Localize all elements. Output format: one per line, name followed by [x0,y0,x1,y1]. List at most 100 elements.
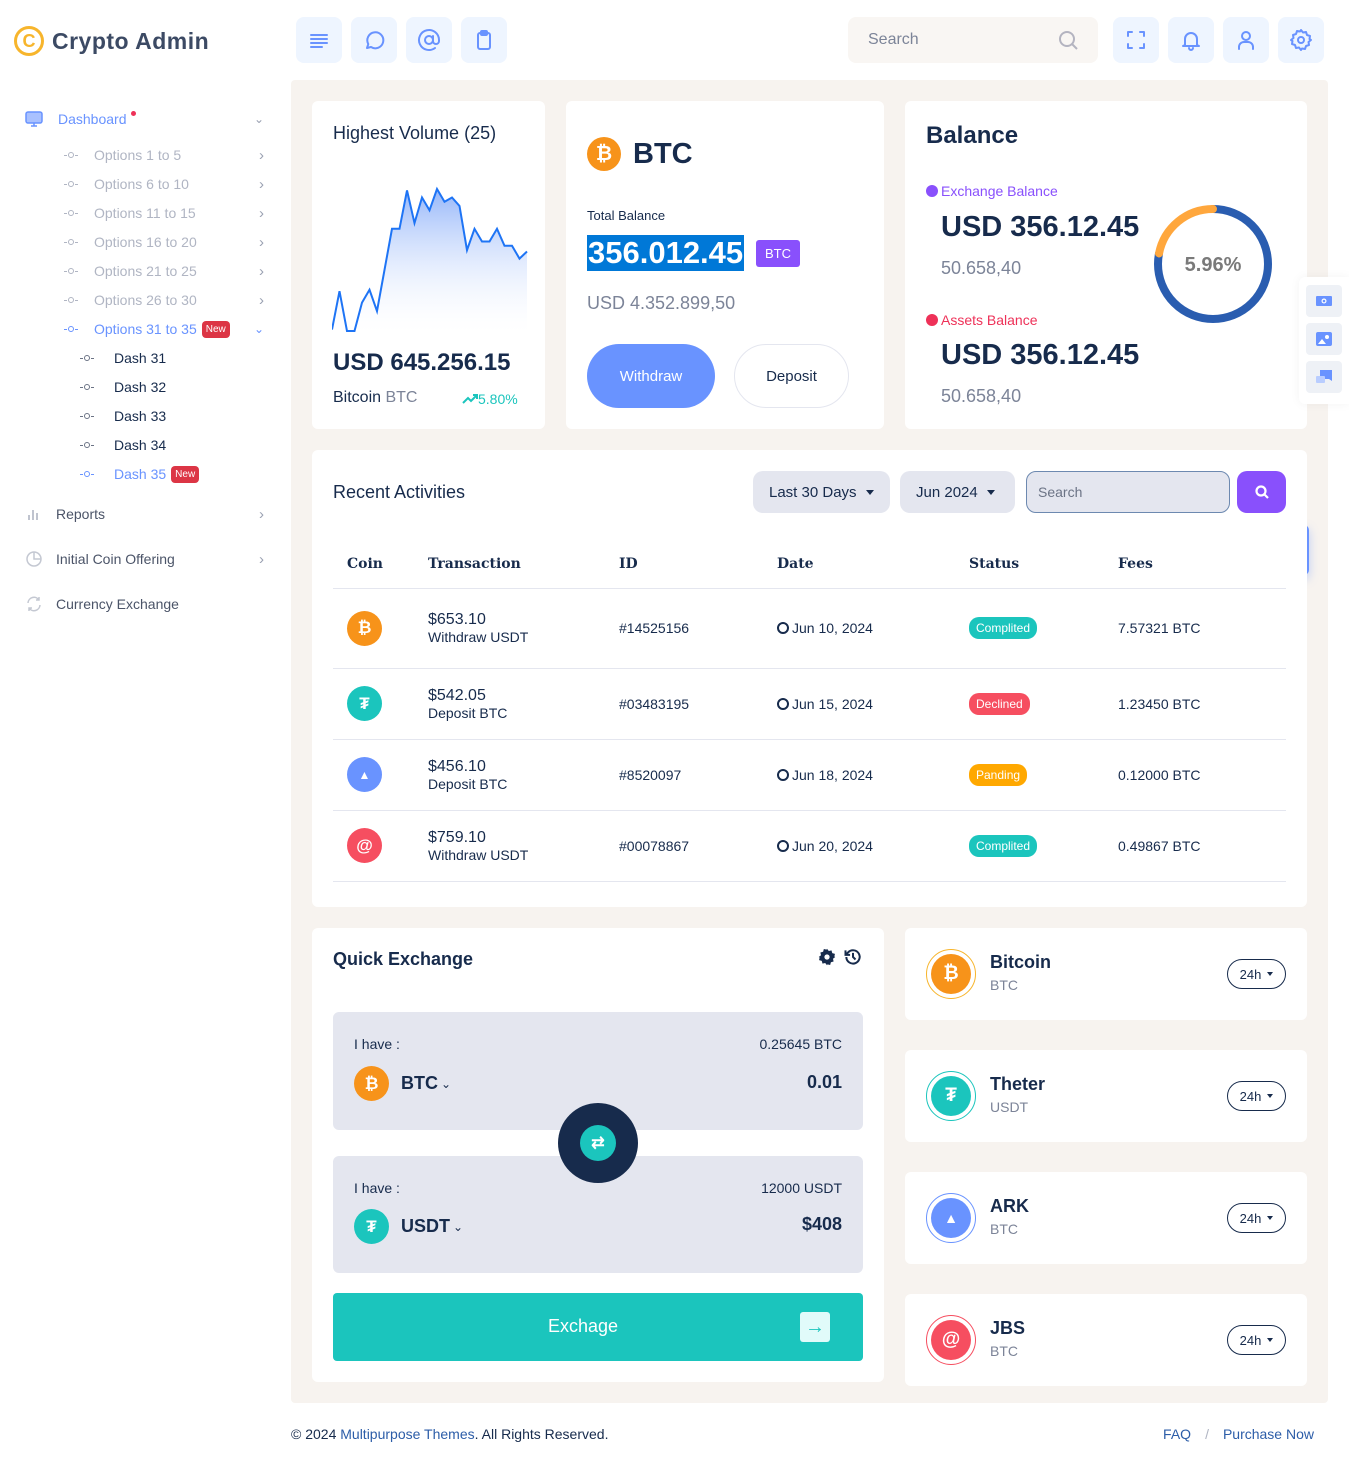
period-dropdown[interactable]: 24h [1227,1203,1286,1233]
coin-icon-ring: @ [926,1315,976,1365]
sidebar-item-reports[interactable]: Reports › [24,504,264,524]
sidebar-subitem-dash[interactable]: Dash 34 [78,435,258,455]
menu-icon [310,34,328,48]
sidebar-subitem-options[interactable]: Options 16 to 20 › [60,232,264,252]
usd-value: USD 4.352.899,50 [587,293,736,313]
column-header: Date [777,540,969,589]
exchange-balance-amount: USD 356.12.45 [941,211,1140,243]
column-header: Fees [1118,540,1286,589]
menu-toggle-button[interactable] [296,17,342,63]
company-link[interactable]: Multipurpose Themes [340,1426,474,1442]
chat-icon [1316,370,1332,383]
month-dropdown[interactable]: Jun 2024 [900,471,1015,513]
withdraw-button[interactable]: Withdraw [587,344,715,408]
coin-name: ARK [990,1196,1029,1216]
sidebar-subitem-dash[interactable]: Dash 33 [78,406,258,426]
chevron-right-icon: › [259,233,264,251]
notifications-button[interactable] [1168,17,1214,63]
period-label: 24h [1239,1210,1262,1226]
sidebar-item-currency-exchange[interactable]: Currency Exchange [24,594,264,614]
swap-button[interactable]: ⇄ [558,1103,638,1183]
tasks-button[interactable] [461,17,507,63]
bullet-icon [60,181,82,187]
transaction-type: Withdraw USDT [428,846,529,863]
copyright-prefix: © 2024 [291,1426,341,1442]
assets-balance-amount: USD 356.12.45 [941,339,1140,371]
period-dropdown[interactable]: 24h [1227,1081,1286,1111]
coin-list-item[interactable]: ▲ ARK BTC 24h [905,1172,1307,1264]
bullet-icon [78,355,96,361]
period-dropdown[interactable]: 24h [1227,1325,1286,1355]
exchange-history-button[interactable] [843,947,863,972]
from-coin-select[interactable]: ₿ BTC ⌄ [354,1066,451,1101]
coin-symbol: USDT [990,1099,1029,1115]
volume-sparkline [332,186,528,333]
clock-icon [777,622,789,634]
float-button-gallery[interactable] [1306,323,1342,355]
arrow-right-icon: → [800,1312,830,1342]
table-row[interactable]: ₮ $542.05 Deposit BTC #03483195 Jun 15, 2024… [333,668,1286,740]
deposit-button[interactable]: Deposit [734,344,849,408]
mail-button[interactable] [406,17,452,63]
sidebar-subitem-options[interactable]: Options 21 to 25 › [60,261,264,281]
table-row[interactable]: ▲ $456.10 Deposit BTC #8520097 Jun 18, 2024 P… [333,739,1286,811]
at-sign-icon [418,29,440,51]
user-profile-button[interactable] [1223,17,1269,63]
purchase-now-link[interactable]: Purchase Now [1223,1426,1314,1442]
currency-badge: BTC [756,240,800,267]
date-range-dropdown[interactable]: Last 30 Days [753,471,890,513]
sidebar-subitem-options[interactable]: Options 11 to 15 › [60,203,264,223]
monitor-icon [25,111,43,127]
sidebar-subitem-dash[interactable]: Dash 35 New [78,464,258,484]
fullscreen-button[interactable] [1113,17,1159,63]
from-label: I have : [354,1036,400,1052]
chat-button[interactable] [351,17,397,63]
float-button-media[interactable] [1306,285,1342,317]
sidebar-item-initial-coin-offering[interactable]: Initial Coin Offering › [24,549,264,569]
sidebar-subitem-dash[interactable]: Dash 31 [78,348,258,368]
float-button-chat[interactable] [1306,361,1342,393]
balance-card: Balance Exchange Balance USD 356.12.45 5… [905,101,1307,429]
period-dropdown[interactable]: 24h [1227,959,1286,989]
swap-arrows-icon: ⇄ [580,1125,616,1161]
dropdown-label: Jun 2024 [916,483,978,501]
sidebar-subitem-options[interactable]: Options 26 to 30 › [60,290,264,310]
app-logo[interactable]: C Crypto Admin [14,26,209,56]
sidebar-subitem-options[interactable]: Options 1 to 5 › [60,145,264,165]
change-indicator: 5.80% [462,391,518,407]
chevron-right-icon: › [259,262,264,280]
to-coin-select[interactable]: ₮ USDT ⌄ [354,1209,463,1244]
faq-link[interactable]: FAQ [1163,1426,1191,1442]
chevron-right-icon: › [259,291,264,309]
global-search[interactable]: Search [848,17,1098,63]
global-search-input[interactable]: Search [868,31,919,49]
from-amount-input[interactable]: 0.01 [807,1072,842,1093]
search-icon[interactable] [1056,28,1080,52]
coin-list-item[interactable]: ₮ Theter USDT 24h [905,1050,1307,1142]
change-value: 5.80% [478,391,518,407]
section-title: Quick Exchange [333,949,474,969]
transaction-cell: $542.05 Deposit BTC [428,668,619,740]
fees-cell: 7.57321 BTC [1118,588,1286,669]
activities-search-button[interactable] [1237,471,1286,513]
exchange-button[interactable]: Exchage → [333,1293,863,1361]
footer-links: FAQ / Purchase Now [1163,1426,1314,1442]
sidebar-item-dashboard[interactable]: Dashboard ⌄ [24,110,264,128]
bitcoin-icon: ₿ [354,1066,389,1101]
sidebar-subitem-label: Dash 34 [114,437,167,453]
table-row[interactable]: ₿ $653.10 Withdraw USDT #14525156 Jun 10, 20… [333,588,1286,669]
sidebar-subitem-label: Options 21 to 25 [94,263,197,279]
coin-list-item[interactable]: ₿ Bitcoin BTC 24h [905,928,1307,1020]
new-badge: New [171,465,200,483]
exchange-settings-button[interactable] [818,948,836,971]
table-row[interactable]: @ $759.10 Withdraw USDT #00078867 Jun 20, 20… [333,810,1286,882]
sidebar-subitem-options[interactable]: Options 6 to 10 › [60,174,264,194]
to-amount-input[interactable]: $408 [802,1214,842,1235]
app-title: Crypto Admin [52,27,210,54]
settings-button[interactable] [1278,17,1324,63]
chevron-down-icon: ⌄ [253,322,264,336]
sidebar-subitem-options[interactable]: Options 31 to 35 New ⌄ [60,319,264,339]
sidebar-subitem-dash[interactable]: Dash 32 [78,377,258,397]
coin-list-item[interactable]: @ JBS BTC 24h [905,1294,1307,1386]
activities-search-input[interactable]: Search [1026,471,1230,513]
